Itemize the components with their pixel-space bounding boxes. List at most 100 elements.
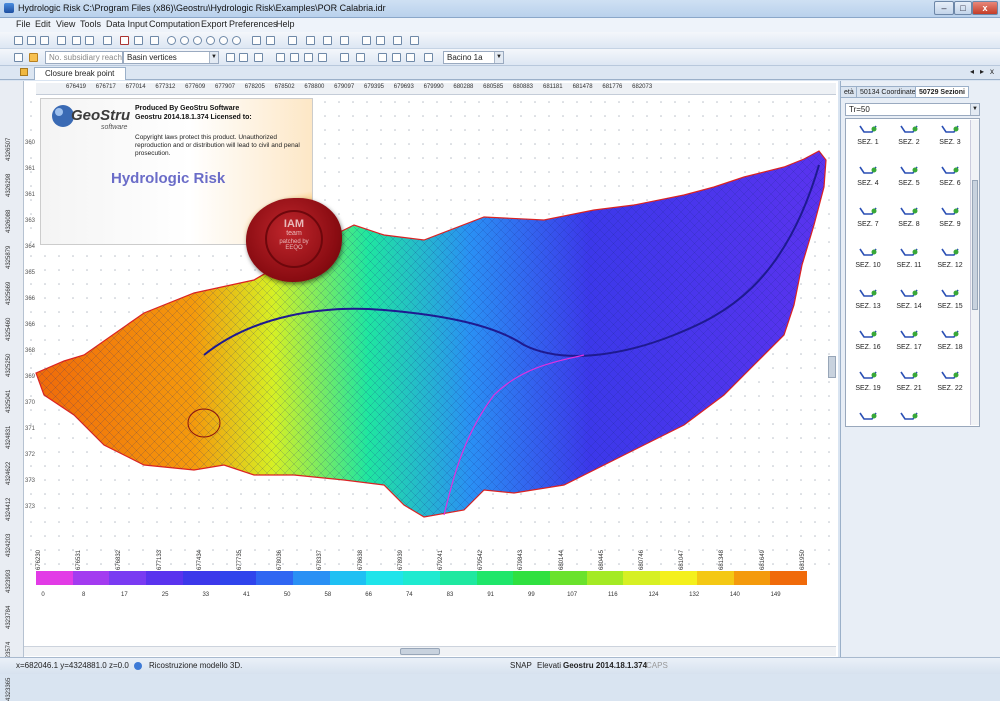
zoom-out-icon[interactable]	[180, 36, 189, 45]
pan-hand-icon[interactable]	[252, 36, 261, 45]
filter-icon[interactable]	[393, 36, 402, 45]
basin-vertices-select[interactable]: Basin vertices ▼	[123, 51, 219, 64]
delete-icon[interactable]	[120, 36, 129, 45]
sections-scrollbar[interactable]	[970, 120, 979, 425]
colorbar-swatch	[733, 571, 771, 585]
reach-join-icon[interactable]	[304, 53, 313, 62]
print-icon[interactable]	[57, 36, 66, 45]
status-bar: x=682046.1 y=4324881.0 z=0.0 Ricostruzio…	[0, 657, 1000, 674]
reach-edit-icon[interactable]	[290, 53, 299, 62]
basin-icon[interactable]	[424, 53, 433, 62]
scroll-thumb[interactable]	[400, 648, 440, 655]
new-file-icon[interactable]	[14, 36, 23, 45]
scroll-left-icon[interactable]: ◂	[970, 67, 974, 76]
splitter-handle[interactable]	[828, 356, 836, 378]
close-button[interactable]: x	[972, 1, 998, 15]
section-item[interactable]: SEZ. 3	[930, 121, 970, 157]
node-icon[interactable]	[340, 53, 349, 62]
tab-sezioni[interactable]: 50729 Sezioni	[915, 86, 969, 98]
scroll-right-icon[interactable]: ▸	[980, 67, 984, 76]
minimize-button[interactable]: –	[934, 1, 954, 15]
section-item[interactable]: SEZ. 12	[930, 244, 970, 280]
menu-tools[interactable]: Tools	[80, 19, 101, 29]
reach-add-icon[interactable]	[276, 53, 285, 62]
zoom-previous-icon[interactable]	[219, 36, 228, 45]
section-item[interactable]: SEZ. 4	[848, 162, 888, 198]
import-icon[interactable]	[362, 36, 371, 45]
menu-file[interactable]: File	[16, 19, 31, 29]
polyline-icon[interactable]	[323, 36, 332, 45]
open-file-icon[interactable]	[27, 36, 36, 45]
section-item[interactable]: SEZ. 7	[848, 203, 888, 239]
menu-help[interactable]: Help	[276, 19, 295, 29]
tab-closure-break-point[interactable]: Closure break point (3)	[34, 67, 126, 90]
section-item[interactable]: SEZ. 1	[848, 121, 888, 157]
sections-scroll-thumb[interactable]	[972, 180, 978, 310]
colorbar-label: 132	[689, 592, 700, 598]
tab-coordinate[interactable]: 50134 Coordinate	[856, 86, 920, 98]
menu-edit[interactable]: Edit	[35, 19, 51, 29]
chart-icon[interactable]	[392, 53, 401, 62]
save-icon[interactable]	[40, 36, 49, 45]
vertex-delete-icon[interactable]	[254, 53, 263, 62]
basin-select[interactable]: Bacino 1a ▼	[443, 51, 504, 64]
settings-icon[interactable]	[410, 36, 419, 45]
horizontal-scrollbar[interactable]	[24, 646, 836, 656]
copy-icon[interactable]	[103, 36, 112, 45]
layers-icon[interactable]	[406, 53, 415, 62]
section-item[interactable]: SEZ. 18	[930, 326, 970, 362]
section-icon[interactable]	[340, 36, 349, 45]
section-item[interactable]: SEZ. 13	[848, 285, 888, 321]
section-item[interactable]	[848, 408, 888, 426]
menu-preferences[interactable]: Preferences	[229, 19, 278, 29]
maximize-button[interactable]: □	[954, 1, 972, 15]
subsidiary-reaches-field[interactable]: No. subsidiary reaches	[45, 51, 123, 64]
colorbar-swatch	[146, 571, 184, 585]
play-icon[interactable]	[29, 53, 38, 62]
text-icon[interactable]	[306, 36, 315, 45]
snap-indicator[interactable]: SNAP	[510, 661, 532, 670]
section-item[interactable]: SEZ. 5	[889, 162, 929, 198]
section-item[interactable]: SEZ. 14	[889, 285, 929, 321]
zoom-window-icon[interactable]	[193, 36, 202, 45]
menu-export[interactable]: Export	[201, 19, 227, 29]
grid-icon[interactable]	[150, 36, 159, 45]
section-item[interactable]: SEZ. 17	[889, 326, 929, 362]
measure-icon[interactable]	[288, 36, 297, 45]
vertex-move-icon[interactable]	[239, 53, 248, 62]
section-item[interactable]: SEZ. 15	[930, 285, 970, 321]
pin-icon[interactable]	[20, 68, 28, 76]
section-item[interactable]: SEZ. 2	[889, 121, 929, 157]
paste-icon[interactable]	[134, 36, 143, 45]
elevati-indicator[interactable]: Elevati	[537, 661, 561, 670]
section-item[interactable]: SEZ. 21	[889, 367, 929, 403]
tr-select[interactable]: Tr=50 ▼	[845, 103, 980, 116]
rotate-icon[interactable]	[266, 36, 275, 45]
link-icon[interactable]	[356, 53, 365, 62]
seal-line-4: EEQO	[285, 245, 303, 251]
section-item[interactable]: SEZ. 8	[889, 203, 929, 239]
undo-icon[interactable]	[72, 36, 81, 45]
pointer-icon[interactable]	[14, 53, 23, 62]
vertex-add-icon[interactable]	[226, 53, 235, 62]
zoom-extents-icon[interactable]	[206, 36, 215, 45]
zoom-in-icon[interactable]	[167, 36, 176, 45]
table-icon[interactable]	[378, 53, 387, 62]
section-item[interactable]	[889, 408, 929, 426]
close-tab-icon[interactable]: x	[990, 67, 994, 76]
export-icon[interactable]	[376, 36, 385, 45]
menu-computation[interactable]: Computation	[149, 19, 200, 29]
section-item[interactable]: SEZ. 16	[848, 326, 888, 362]
reach-split-icon[interactable]	[318, 53, 327, 62]
cross-section-icon	[900, 411, 918, 421]
section-item[interactable]: SEZ. 22	[930, 367, 970, 403]
redo-icon[interactable]	[85, 36, 94, 45]
section-item[interactable]: SEZ. 9	[930, 203, 970, 239]
section-item[interactable]: SEZ. 10	[848, 244, 888, 280]
menu-view[interactable]: View	[56, 19, 75, 29]
zoom-all-icon[interactable]	[232, 36, 241, 45]
menu-data-input[interactable]: Data Input	[106, 19, 148, 29]
section-item[interactable]: SEZ. 11	[889, 244, 929, 280]
section-item[interactable]: SEZ. 19	[848, 367, 888, 403]
section-item[interactable]: SEZ. 6	[930, 162, 970, 198]
